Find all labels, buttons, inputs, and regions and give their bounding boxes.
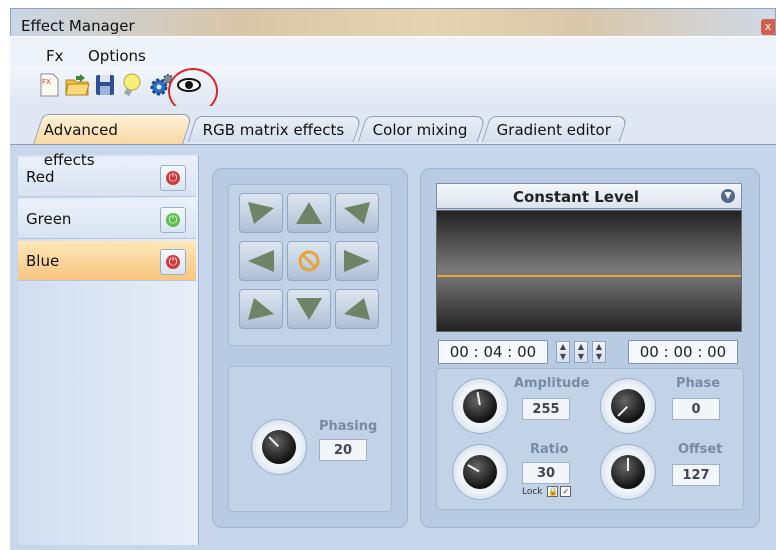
offset-label: Offset [678, 442, 723, 457]
phasing-label: Phasing [319, 419, 378, 434]
arrow-up-left-icon [248, 202, 274, 224]
tab-rgb-matrix-effects-label: RGB matrix effects [202, 121, 345, 139]
end-time-field[interactable]: 00 : 00 : 00 [628, 340, 738, 364]
minutes-spinner[interactable]: ▲ ▼ [574, 341, 588, 363]
knob-cap [262, 430, 296, 464]
ratio-knob[interactable] [452, 444, 508, 500]
offset-value[interactable]: 127 [672, 464, 720, 486]
channel-label: Blue [26, 252, 60, 270]
power-toggle-blue[interactable]: ⏻ [160, 249, 186, 275]
amplitude-knob[interactable] [452, 378, 508, 434]
power-on-icon: ⏻ [166, 213, 180, 227]
arrow-down-icon [296, 298, 322, 320]
tab-advanced-effects[interactable]: Advanced effects [33, 114, 193, 169]
direction-down-right-button[interactable] [335, 289, 379, 329]
lock-padlock-icon[interactable]: 🔒 [547, 486, 559, 497]
tab-rgb-matrix-effects[interactable]: RGB matrix effects [187, 116, 363, 142]
direction-pad [228, 184, 392, 346]
channel-list: Red ⏻ Green ⏻ Blue ⏻ [18, 155, 199, 545]
arrow-left-icon [248, 250, 274, 272]
menu-bar: Fx Options [10, 36, 776, 67]
offset-knob[interactable] [600, 444, 656, 500]
seconds-spinner[interactable]: ▲ ▼ [592, 341, 606, 363]
arrow-down-right-icon [344, 298, 370, 320]
bulb-icon[interactable] [118, 72, 144, 98]
phasing-group: Phasing 20 [228, 366, 392, 512]
ratio-value[interactable]: 30 [522, 462, 570, 484]
open-folder-icon[interactable] [64, 72, 90, 98]
tab-strip: Advanced effects RGB matrix effects Colo… [10, 106, 776, 169]
direction-up-left-button[interactable] [239, 193, 283, 233]
lock-checkbox[interactable]: ✓ [560, 486, 572, 497]
hours-spinner[interactable]: ▲ ▼ [556, 341, 570, 363]
direction-stop-button[interactable] [287, 241, 331, 281]
direction-left-button[interactable] [239, 241, 283, 281]
knob-indicator [627, 458, 629, 471]
waveform-type-select[interactable]: Constant Level ▼ [436, 183, 742, 209]
knob-cap [611, 389, 645, 423]
phase-label: Phase [676, 376, 721, 391]
waveform-preview [436, 210, 742, 332]
tab-gradient-editor-label: Gradient editor [496, 121, 611, 139]
direction-down-button[interactable] [287, 289, 331, 329]
new-fx-icon[interactable]: FX [36, 72, 62, 98]
ratio-label: Ratio [530, 442, 569, 457]
knob-cap [463, 455, 497, 489]
phase-value[interactable]: 0 [672, 398, 720, 420]
tab-advanced-effects-label: Advanced effects [43, 121, 118, 169]
tab-color-mixing[interactable]: Color mixing [357, 116, 487, 142]
waveform-level-line [437, 275, 741, 277]
ratio-lock: Lock 🔒 ✓ [522, 486, 572, 497]
toolbar: FX [10, 66, 776, 107]
knob-indicator [268, 436, 279, 447]
knob-indicator [467, 464, 480, 473]
menu-options[interactable]: Options [88, 47, 146, 65]
direction-up-right-button[interactable] [335, 193, 379, 233]
knob-cap [463, 389, 497, 423]
direction-right-button[interactable] [335, 241, 379, 281]
arrow-right-icon [344, 250, 370, 272]
arrow-up-right-icon [344, 202, 370, 224]
arrow-down-left-icon [248, 298, 274, 320]
chevron-down-icon: ▼ [721, 189, 735, 203]
direction-up-button[interactable] [287, 193, 331, 233]
window-title: Effect Manager [21, 17, 135, 35]
start-time-field[interactable]: 00 : 04 : 00 [438, 340, 548, 364]
phasing-knob[interactable] [251, 419, 307, 475]
tab-color-mixing-label: Color mixing [372, 121, 468, 139]
channel-label: Green [26, 210, 72, 228]
menu-fx[interactable]: Fx [46, 47, 64, 65]
knob-indicator [476, 392, 481, 406]
channel-item-green[interactable]: Green ⏻ [18, 199, 196, 239]
lock-label: Lock [522, 487, 543, 497]
direction-down-left-button[interactable] [239, 289, 283, 329]
knob-cap [611, 455, 645, 489]
tab-gradient-editor[interactable]: Gradient editor [481, 116, 629, 142]
phase-knob[interactable] [600, 378, 656, 434]
channel-item-blue[interactable]: Blue ⏻ [18, 241, 196, 281]
amplitude-label: Amplitude [514, 376, 590, 391]
arrow-up-icon [296, 202, 322, 224]
close-button[interactable]: x [761, 19, 775, 35]
amplitude-value[interactable]: 255 [522, 398, 570, 420]
waveform-type-value: Constant Level [512, 188, 640, 206]
stop-circle-icon [298, 250, 320, 272]
power-toggle-green[interactable]: ⏻ [160, 207, 186, 233]
save-disk-icon[interactable] [92, 72, 118, 98]
power-off-icon: ⏻ [166, 255, 180, 269]
knob-indicator [617, 406, 628, 417]
svg-text:FX: FX [42, 78, 51, 86]
phasing-value[interactable]: 20 [319, 439, 367, 461]
